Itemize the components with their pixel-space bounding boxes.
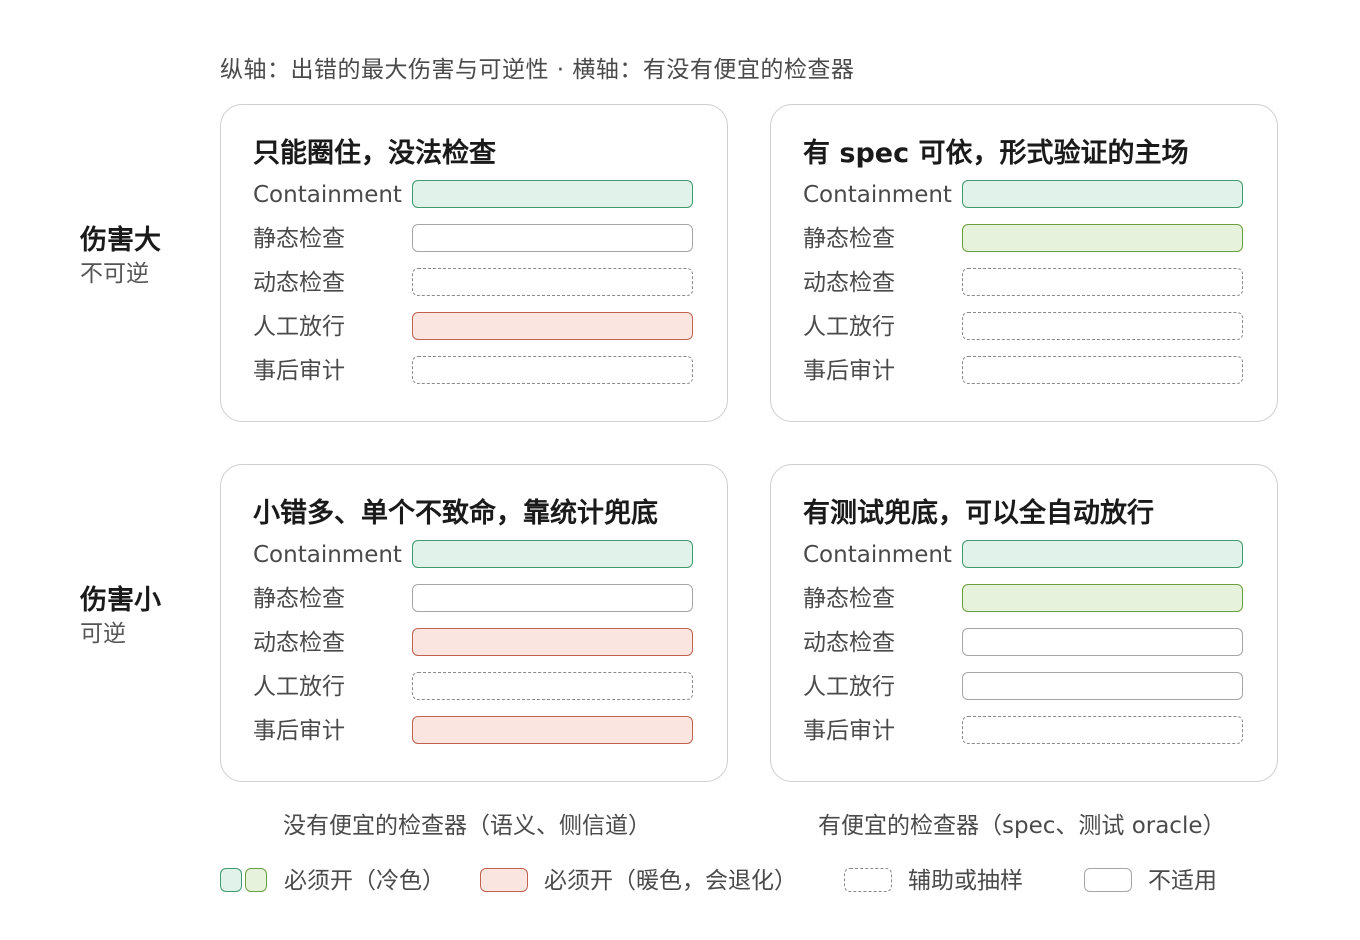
panel-row: 人工放行 <box>803 312 1263 342</box>
row-label: 事后审计 <box>253 718 345 744</box>
legend-swatch-dashed <box>844 868 892 892</box>
panel-row: 人工放行 <box>803 672 1263 702</box>
panel-row: 静态检查 <box>803 224 1263 254</box>
legend-item-auxiliary: 辅助或抽样 <box>844 866 1064 896</box>
panel-row: 动态检查 <box>253 268 713 298</box>
panel-row: 静态检查 <box>803 584 1263 614</box>
panel-row: 事后审计 <box>253 356 713 386</box>
panel-row: Containment <box>803 180 1263 210</box>
row-label: 人工放行 <box>803 674 895 700</box>
panel-row: Containment <box>803 540 1263 570</box>
quadrant-panel-low-harm-cheap-checker: 有测试兜底，可以全自动放行 Containment 静态检查 动态检查 人工放行… <box>770 464 1278 782</box>
status-bar-must-cool <box>962 540 1243 568</box>
panel-row: 静态检查 <box>253 584 713 614</box>
row-label-sub: 不可逆 <box>80 261 149 287</box>
panel-row: 动态检查 <box>803 268 1263 298</box>
status-bar-auxiliary <box>962 312 1243 340</box>
legend-swatch-cool-green <box>245 868 267 892</box>
row-label: 静态检查 <box>253 226 345 252</box>
status-bar-auxiliary <box>412 672 693 700</box>
panel-row: 人工放行 <box>253 672 713 702</box>
status-bar-must-cool <box>962 584 1243 612</box>
panel-title: 只能圈住，没法检查 <box>253 138 496 169</box>
row-label: 事后审计 <box>803 358 895 384</box>
row-label: 人工放行 <box>803 314 895 340</box>
legend-label: 必须开（暖色，会退化） <box>544 868 797 894</box>
row-label: 动态检查 <box>253 270 345 296</box>
quadrant-panel-low-harm-no-checker: 小错多、单个不致命，靠统计兜底 Containment 静态检查 动态检查 人工… <box>220 464 728 782</box>
panel-row: 人工放行 <box>253 312 713 342</box>
status-bar-not-applicable <box>412 584 693 612</box>
row-label: Containment <box>253 182 402 208</box>
panel-row: 事后审计 <box>803 716 1263 746</box>
chart-caption: 纵轴：出错的最大伤害与可逆性 · 横轴：有没有便宜的检查器 <box>220 57 855 83</box>
status-bar-auxiliary <box>962 268 1243 296</box>
panel-row: 动态检查 <box>253 628 713 658</box>
status-bar-must-cool <box>412 540 693 568</box>
legend-swatch-warm <box>480 868 528 892</box>
row-label-main: 伤害大 <box>80 225 161 256</box>
row-label: Containment <box>803 542 952 568</box>
row-label: 事后审计 <box>803 718 895 744</box>
panel-row: Containment <box>253 180 713 210</box>
legend-swatch-cool-teal <box>220 868 242 892</box>
legend-swatch-empty <box>1084 868 1132 892</box>
status-bar-must-warm <box>412 716 693 744</box>
panel-title: 小错多、单个不致命，靠统计兜底 <box>253 498 658 529</box>
legend-label: 必须开（冷色） <box>284 868 445 894</box>
row-label: 静态检查 <box>803 226 895 252</box>
status-bar-not-applicable <box>962 628 1243 656</box>
panel-row: 动态检查 <box>803 628 1263 658</box>
row-label: 人工放行 <box>253 674 345 700</box>
quadrant-panel-high-harm-no-checker: 只能圈住，没法检查 Containment 静态检查 动态检查 人工放行 事后审… <box>220 104 728 422</box>
legend-item-must-warm: 必须开（暖色，会退化） <box>480 866 820 896</box>
row-label: 静态检查 <box>803 586 895 612</box>
x-axis-label-no-checker: 没有便宜的检查器（语义、侧信道） <box>283 813 651 839</box>
panel-row: 事后审计 <box>803 356 1263 386</box>
legend-label: 不适用 <box>1148 868 1217 894</box>
legend-item-must-cool: 必须开（冷色） <box>220 866 460 896</box>
row-label: 动态检查 <box>253 630 345 656</box>
status-bar-auxiliary <box>962 356 1243 384</box>
panel-row: 事后审计 <box>253 716 713 746</box>
quadrant-panel-high-harm-cheap-checker: 有 spec 可依，形式验证的主场 Containment 静态检查 动态检查 … <box>770 104 1278 422</box>
row-label-sub: 可逆 <box>80 621 126 647</box>
row-label-low-harm: 伤害小 可逆 <box>80 584 161 650</box>
row-label: 动态检查 <box>803 270 895 296</box>
row-label: 事后审计 <box>253 358 345 384</box>
panel-row: 静态检查 <box>253 224 713 254</box>
row-label: Containment <box>253 542 402 568</box>
status-bar-auxiliary <box>412 268 693 296</box>
row-label-high-harm: 伤害大 不可逆 <box>80 224 161 290</box>
status-bar-must-cool <box>962 224 1243 252</box>
row-label-main: 伤害小 <box>80 585 161 616</box>
row-label: 人工放行 <box>253 314 345 340</box>
status-bar-auxiliary <box>412 356 693 384</box>
panel-title: 有 spec 可依，形式验证的主场 <box>803 138 1189 169</box>
status-bar-must-cool <box>412 180 693 208</box>
panel-title: 有测试兜底，可以全自动放行 <box>803 498 1154 529</box>
row-label: Containment <box>803 182 952 208</box>
status-bar-must-cool <box>962 180 1243 208</box>
status-bar-must-warm <box>412 628 693 656</box>
row-label: 静态检查 <box>253 586 345 612</box>
legend-item-not-applicable: 不适用 <box>1084 866 1264 896</box>
status-bar-not-applicable <box>962 672 1243 700</box>
status-bar-not-applicable <box>412 224 693 252</box>
status-bar-must-warm <box>412 312 693 340</box>
row-label: 动态检查 <box>803 630 895 656</box>
panel-row: Containment <box>253 540 713 570</box>
status-bar-auxiliary <box>962 716 1243 744</box>
legend-label: 辅助或抽样 <box>908 868 1023 894</box>
x-axis-label-cheap-checker: 有便宜的检查器（spec、测试 oracle） <box>818 813 1226 839</box>
